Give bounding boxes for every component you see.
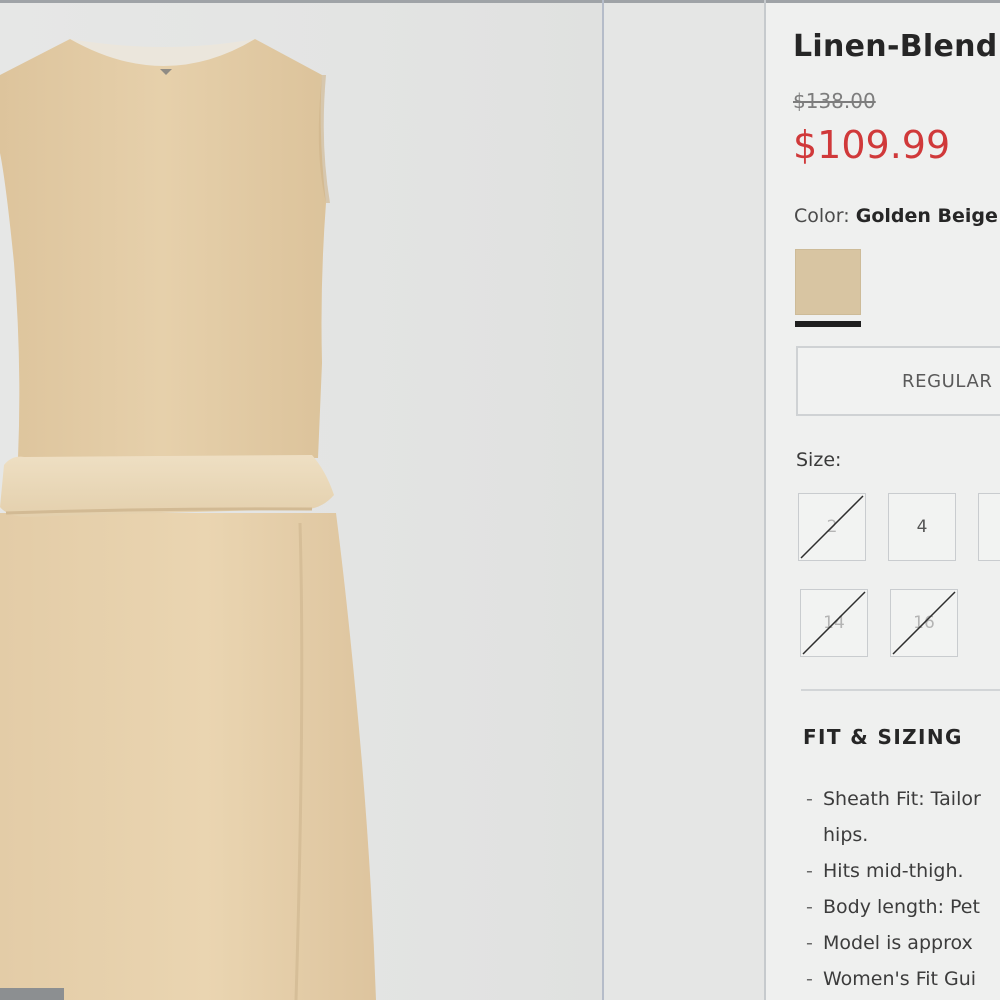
fit-item-text: Hits mid-thigh. [823, 860, 964, 882]
fit-sizing-item: Hits mid-thigh. [806, 853, 981, 889]
fit-sizing-item: Body length: Pet [806, 889, 981, 925]
selected-swatch-indicator [795, 321, 861, 327]
fit-item-text: Women's Fit Gui [823, 968, 977, 990]
image-gutter [604, 3, 764, 1000]
fit-sizing-item-link[interactable]: Women's Fit Gui [806, 961, 981, 997]
fit-sizing-item: Model is approx [806, 925, 981, 961]
product-image[interactable] [0, 3, 602, 1000]
fit-type-tab-regular[interactable]: REGULAR [796, 346, 1000, 416]
unavailable-slash-icon [892, 591, 956, 655]
size-option-partial[interactable] [978, 493, 1000, 561]
sale-price: $109.99 [793, 123, 951, 167]
unavailable-slash-icon [802, 591, 866, 655]
fit-sizing-item: Sheath Fit: Tailor hips. [806, 781, 981, 853]
size-option-4[interactable]: 4 [888, 493, 956, 561]
unavailable-slash-icon [800, 495, 864, 559]
color-label: Color: [794, 205, 850, 227]
color-selection-label: Color: Golden Beige [794, 205, 998, 227]
product-details-panel: Linen-Blend $138.00 $109.99 Color: Golde… [766, 3, 1000, 1000]
dress-illustration [0, 39, 376, 1000]
size-label: Size: [796, 449, 842, 471]
product-title: Linen-Blend [793, 29, 998, 64]
fit-item-text: Body length: Pet [823, 896, 980, 918]
size-option-14-unavailable[interactable]: 14 [800, 589, 868, 657]
fit-item-continuation: hips. [823, 824, 869, 846]
size-option-2-unavailable[interactable]: 2 [798, 493, 866, 561]
size-option-16-unavailable[interactable]: 16 [890, 589, 958, 657]
fit-item-text: Model is approx [823, 932, 973, 954]
fit-sizing-list: Sheath Fit: Tailor hips. Hits mid-thigh.… [806, 781, 981, 997]
image-thumbnail-stub[interactable] [0, 988, 64, 1000]
selected-color-name: Golden Beige [855, 205, 998, 227]
fit-sizing-heading: FIT & SIZING [803, 725, 963, 749]
fit-item-text: Sheath Fit: Tailor [823, 788, 981, 810]
color-swatch-golden-beige[interactable] [795, 249, 861, 315]
size-option-label: 4 [916, 517, 928, 537]
section-divider [801, 689, 1000, 691]
fit-type-label: REGULAR [902, 371, 993, 392]
original-price: $138.00 [793, 89, 876, 113]
